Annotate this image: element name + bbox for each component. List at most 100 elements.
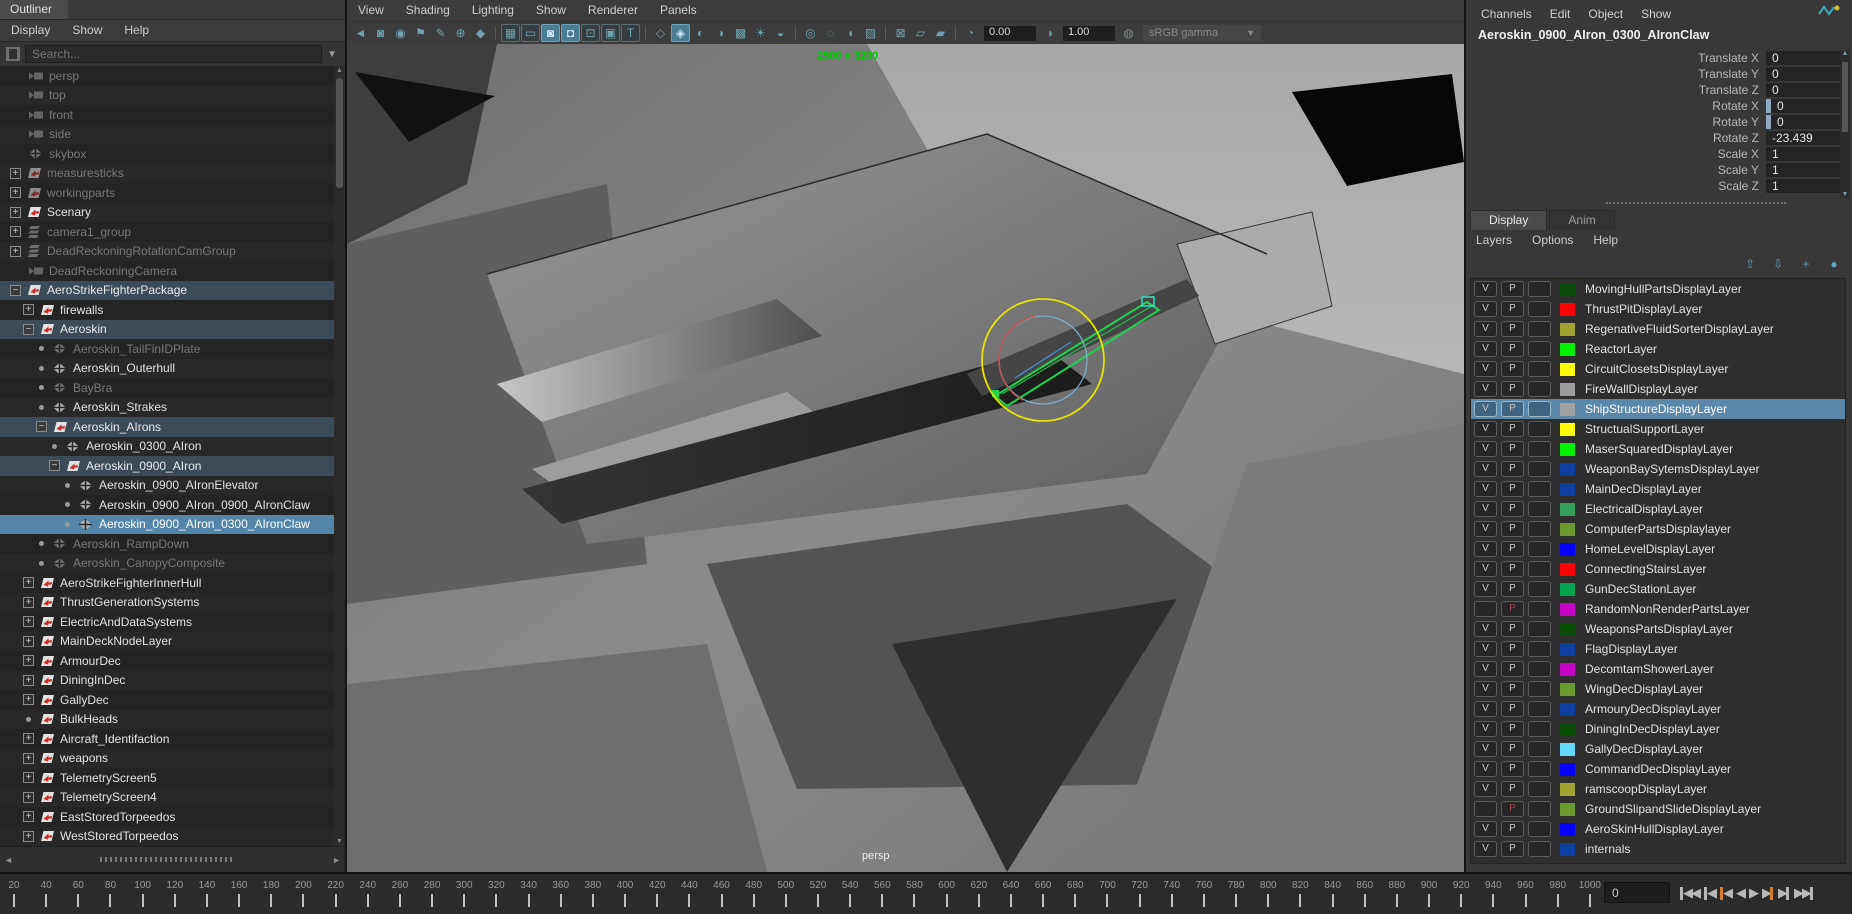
layer-color-swatch[interactable] — [1560, 743, 1575, 756]
layer-visibility-toggle[interactable]: V — [1474, 461, 1497, 477]
outliner-item-EastStoredTorpeedos[interactable]: +EastStoredTorpeedos — [0, 807, 334, 827]
layer-visibility-toggle[interactable]: V — [1474, 621, 1497, 637]
time-slider[interactable]: 2040608010012014016018020022024026028030… — [0, 874, 1852, 914]
layer-visibility-toggle[interactable]: V — [1474, 561, 1497, 577]
workspace-indicator-icon[interactable] — [1818, 4, 1840, 18]
grease-pencil-icon[interactable]: ✎ — [431, 24, 450, 42]
contrast-icon[interactable]: ◑ — [1040, 24, 1059, 42]
layer-playback-toggle[interactable]: P — [1501, 621, 1524, 637]
layer-display-type-toggle[interactable] — [1528, 761, 1551, 777]
layer-color-swatch[interactable] — [1560, 683, 1575, 696]
layer-playback-toggle[interactable]: P — [1501, 801, 1524, 817]
layer-display-type-toggle[interactable] — [1528, 481, 1551, 497]
layer-display-type-toggle[interactable] — [1528, 521, 1551, 537]
move-layer-down-button[interactable]: ⇩ — [1768, 256, 1788, 272]
layer-row-WeaponBaySytemsDisplayLayer[interactable]: VPWeaponBaySytemsDisplayLayer — [1471, 459, 1845, 479]
step-back-key-button[interactable]: ◀ — [1718, 883, 1733, 903]
outliner-item-TelemetryScreen5[interactable]: +TelemetryScreen5 — [0, 768, 334, 788]
layer-display-type-toggle[interactable] — [1528, 661, 1551, 677]
layer-playback-toggle[interactable]: P — [1501, 281, 1524, 297]
layer-color-swatch[interactable] — [1560, 383, 1575, 396]
outliner-item-skybox[interactable]: skybox — [0, 144, 334, 164]
layer-color-swatch[interactable] — [1560, 763, 1575, 776]
layer-playback-toggle[interactable]: P — [1501, 461, 1524, 477]
layer-row-GunDecStationLayer[interactable]: VPGunDecStationLayer — [1471, 579, 1845, 599]
layer-display-type-toggle[interactable] — [1528, 801, 1551, 817]
isolate-select-icon[interactable]: ⊠ — [891, 24, 910, 42]
expander-icon[interactable]: + — [23, 675, 34, 686]
layer-playback-toggle[interactable]: P — [1501, 761, 1524, 777]
outliner-item-Aeroskin_0900_AIron_0300_AIronClaw[interactable]: Aeroskin_0900_AIron_0300_AIronClaw — [0, 515, 334, 535]
expander-icon[interactable]: + — [23, 304, 34, 315]
outliner-item-Aeroskin_0300_AIron[interactable]: Aeroskin_0300_AIron — [0, 437, 334, 457]
outliner-vertical-scrollbar[interactable]: ▲ ▼ — [334, 66, 345, 846]
layer-visibility-toggle[interactable]: V — [1474, 781, 1497, 797]
layer-display-type-toggle[interactable] — [1528, 581, 1551, 597]
step-forward-key-button[interactable]: ▶ — [1760, 883, 1775, 903]
layer-display-type-toggle[interactable] — [1528, 461, 1551, 477]
scroll-up-icon[interactable]: ▲ — [1840, 50, 1850, 57]
layer-visibility-toggle[interactable] — [1474, 801, 1497, 817]
outliner-item-BulkHeads[interactable]: BulkHeads — [0, 710, 334, 730]
outliner-item-side[interactable]: side — [0, 125, 334, 145]
layer-display-type-toggle[interactable] — [1528, 781, 1551, 797]
outliner-item-firewalls[interactable]: +firewalls — [0, 300, 334, 320]
layer-color-swatch[interactable] — [1560, 523, 1575, 536]
xray-icon[interactable]: ◖ — [841, 24, 860, 42]
layer-row-ramscoopDisplayLayer[interactable]: VPramscoopDisplayLayer — [1471, 779, 1845, 799]
layer-display-type-toggle[interactable] — [1528, 361, 1551, 377]
channel-box-menu-edit[interactable]: Edit — [1541, 2, 1580, 26]
expander-icon[interactable]: + — [23, 655, 34, 666]
layer-color-swatch[interactable] — [1560, 363, 1575, 376]
viewport-menu-renderer[interactable]: Renderer — [577, 0, 649, 21]
channel-value-field[interactable]: 0 — [1766, 67, 1840, 81]
layer-playback-toggle[interactable]: P — [1501, 741, 1524, 757]
expander-icon[interactable]: + — [10, 207, 21, 218]
layer-display-type-toggle[interactable] — [1528, 641, 1551, 657]
layer-color-swatch[interactable] — [1560, 563, 1575, 576]
layer-row-StructualSupportLayer[interactable]: VPStructualSupportLayer — [1471, 419, 1845, 439]
layer-visibility-toggle[interactable]: V — [1474, 361, 1497, 377]
layer-display-type-toggle[interactable] — [1528, 441, 1551, 457]
channel-value-field[interactable]: -23.439 — [1766, 131, 1840, 145]
layer-visibility-toggle[interactable]: V — [1474, 341, 1497, 357]
chevron-down-icon[interactable]: ▼ — [327, 49, 339, 60]
layer-color-swatch[interactable] — [1560, 623, 1575, 636]
layer-row-WeaponsPartsDisplayLayer[interactable]: VPWeaponsPartsDisplayLayer — [1471, 619, 1845, 639]
layer-display-type-toggle[interactable] — [1528, 541, 1551, 557]
step-forward-frame-button[interactable]: ▶ — [1776, 883, 1791, 903]
layer-visibility-toggle[interactable]: V — [1474, 701, 1497, 717]
layer-visibility-toggle[interactable]: V — [1474, 321, 1497, 337]
outliner-item-Aircraft_Identifaction[interactable]: +Aircraft_Identifaction — [0, 729, 334, 749]
motion-blur-icon[interactable]: ◌ — [821, 24, 840, 42]
layer-visibility-toggle[interactable]: V — [1474, 721, 1497, 737]
shadows-icon[interactable]: ◒ — [771, 24, 790, 42]
expander-icon[interactable]: + — [10, 246, 21, 257]
layer-visibility-toggle[interactable]: V — [1474, 301, 1497, 317]
viewport-menu-show[interactable]: Show — [525, 0, 577, 21]
layer-playback-toggle[interactable]: P — [1501, 641, 1524, 657]
layer-visibility-toggle[interactable]: V — [1474, 841, 1497, 857]
layer-visibility-toggle[interactable]: V — [1474, 481, 1497, 497]
scroll-right-icon[interactable]: ► — [328, 855, 345, 865]
layer-display-type-toggle[interactable] — [1528, 721, 1551, 737]
exposure-icon[interactable]: ◔ — [961, 24, 980, 42]
zoom-region-icon[interactable]: ⊕ — [451, 24, 470, 42]
layer-menu-options[interactable]: Options — [1522, 230, 1583, 250]
outliner-item-Aeroskin_0900_AIron_0900_AIronClaw[interactable]: Aeroskin_0900_AIron_0900_AIronClaw — [0, 495, 334, 515]
resolution-gate-icon[interactable]: ◙ — [541, 24, 560, 42]
viewport-menu-panels[interactable]: Panels — [649, 0, 708, 21]
layer-playback-toggle[interactable]: P — [1501, 661, 1524, 677]
layer-color-swatch[interactable] — [1560, 723, 1575, 736]
outliner-item-weapons[interactable]: +weapons — [0, 749, 334, 769]
layer-playback-toggle[interactable]: P — [1501, 681, 1524, 697]
outliner-item-camera1_group[interactable]: +camera1_group — [0, 222, 334, 242]
layer-playback-toggle[interactable]: P — [1501, 581, 1524, 597]
layer-color-swatch[interactable] — [1560, 463, 1575, 476]
layer-playback-toggle[interactable]: P — [1501, 401, 1524, 417]
layer-display-type-toggle[interactable] — [1528, 401, 1551, 417]
channel-value-field[interactable]: 0 — [1766, 115, 1840, 129]
exposure-field[interactable]: 0.00 — [984, 26, 1036, 41]
outliner-item-Aeroskin[interactable]: −Aeroskin — [0, 320, 334, 340]
layer-display-type-toggle[interactable] — [1528, 341, 1551, 357]
